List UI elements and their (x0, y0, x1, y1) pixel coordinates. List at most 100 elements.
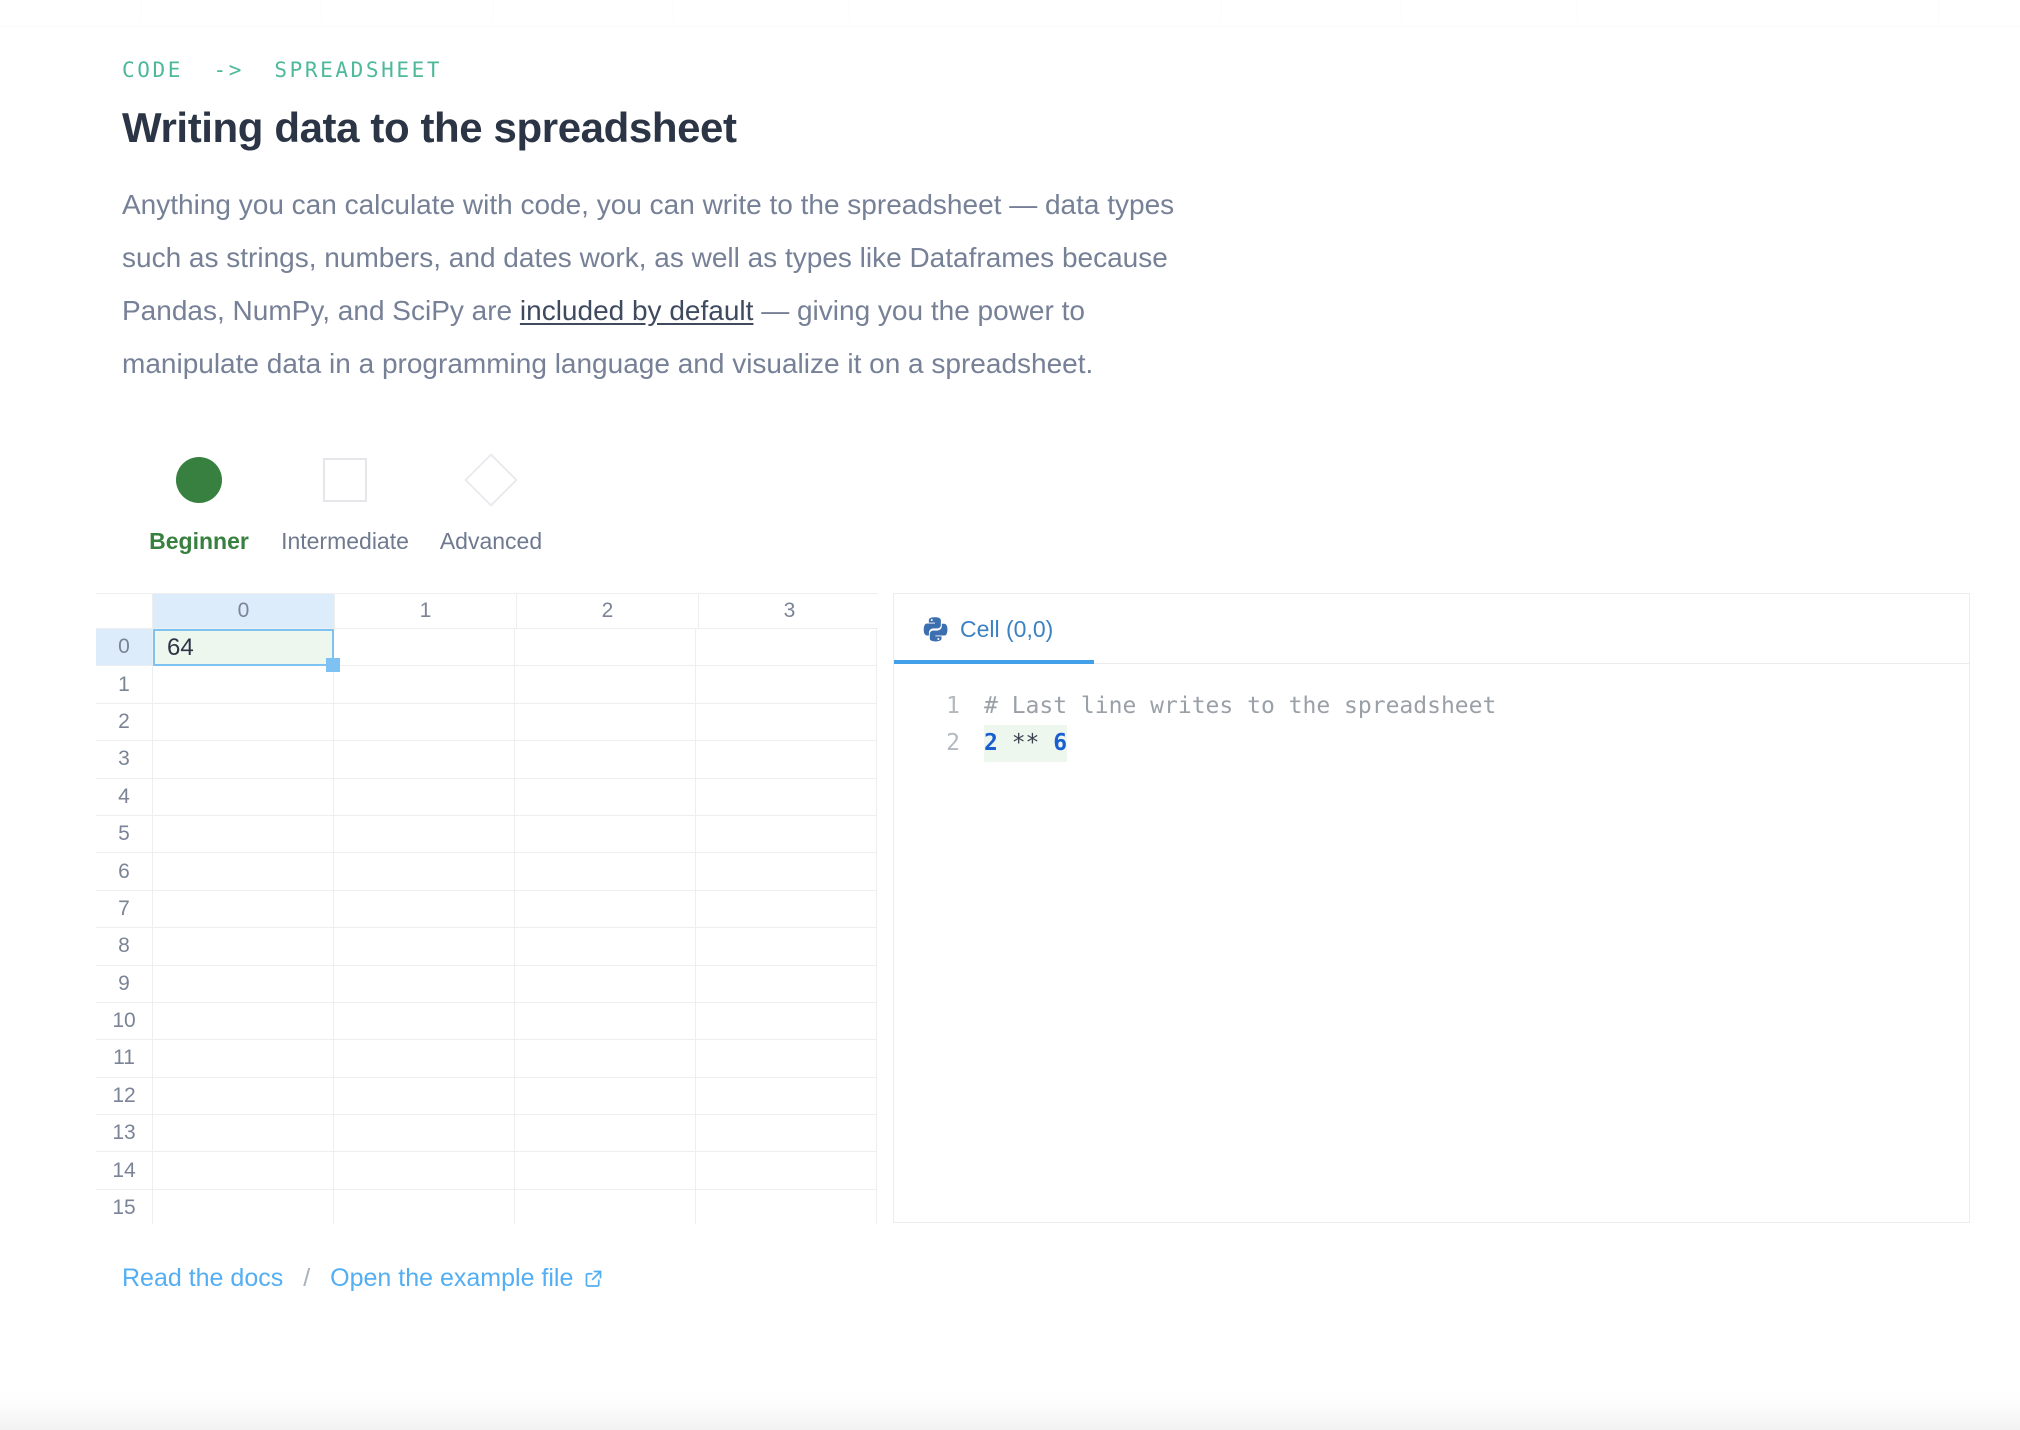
row-header-7[interactable]: 7 (96, 890, 153, 929)
grid-cell[interactable] (696, 703, 877, 742)
grid-cell[interactable] (515, 703, 696, 742)
grid-cell[interactable] (153, 703, 334, 742)
grid-cell[interactable] (334, 703, 515, 742)
grid-cell[interactable] (696, 778, 877, 816)
open-example-file-link[interactable]: Open the example file (330, 1264, 604, 1293)
grid-cell[interactable] (334, 965, 515, 1003)
grid-cell[interactable] (696, 1152, 877, 1190)
level-option-advanced[interactable]: Advanced (418, 452, 564, 555)
grid-cell[interactable] (696, 1115, 877, 1153)
grid-cell[interactable] (334, 1040, 515, 1078)
grid-cell[interactable] (153, 815, 334, 854)
column-header-2[interactable]: 2 (517, 594, 699, 629)
grid-cell[interactable] (153, 890, 334, 929)
footer-links: Read the docs / Open the example file (122, 1264, 2020, 1293)
row-header-4[interactable]: 4 (96, 778, 153, 816)
grid-cell[interactable] (153, 928, 334, 966)
level-option-intermediate[interactable]: Intermediate (272, 452, 418, 555)
grid-cell[interactable] (153, 778, 334, 816)
row-header-5[interactable]: 5 (96, 815, 153, 854)
grid-cell[interactable] (153, 1189, 334, 1224)
grid-cell[interactable] (153, 1002, 334, 1041)
grid-cell[interactable] (696, 1077, 877, 1116)
grid-cell[interactable] (153, 853, 334, 891)
grid-cell[interactable] (515, 928, 696, 966)
grid-cell[interactable] (153, 1077, 334, 1116)
grid-cell[interactable] (515, 1152, 696, 1190)
row-header-12[interactable]: 12 (96, 1077, 153, 1116)
grid-cell[interactable] (334, 890, 515, 929)
grid-cell[interactable] (515, 629, 696, 667)
page-title: Writing data to the spreadsheet (122, 104, 737, 151)
grid-cell[interactable] (696, 853, 877, 891)
row-header-2[interactable]: 2 (96, 703, 153, 742)
grid-cell[interactable] (334, 666, 515, 704)
code-token-operator: ** (997, 730, 1054, 756)
column-header-3[interactable]: 3 (699, 594, 878, 629)
grid-cell[interactable] (515, 1077, 696, 1116)
grid-cell[interactable] (334, 928, 515, 966)
code-editor[interactable]: 1 # Last line writes to the spreadsheet … (894, 664, 1969, 762)
row-header-3[interactable]: 3 (96, 741, 153, 779)
grid-cell[interactable] (153, 666, 334, 704)
row-header-11[interactable]: 11 (96, 1040, 153, 1078)
grid-cell[interactable] (334, 1077, 515, 1116)
row-header-6[interactable]: 6 (96, 853, 153, 891)
grid-cell[interactable] (696, 741, 877, 779)
grid-cell[interactable] (515, 1115, 696, 1153)
grid-cell[interactable] (696, 890, 877, 929)
grid-cell[interactable] (515, 1002, 696, 1041)
level-label-intermediate: Intermediate (281, 528, 409, 554)
grid-cell[interactable] (153, 1115, 334, 1153)
row-header-1[interactable]: 1 (96, 666, 153, 704)
grid-cell[interactable] (515, 890, 696, 929)
row-header-15[interactable]: 15 (96, 1189, 153, 1224)
row-header-10[interactable]: 10 (96, 1002, 153, 1041)
tab-cell-0-0[interactable]: Cell (0,0) (922, 616, 1053, 643)
row-header-13[interactable]: 13 (96, 1115, 153, 1153)
grid-cell[interactable] (696, 666, 877, 704)
row-header-14[interactable]: 14 (96, 1152, 153, 1190)
grid-corner-cell[interactable] (96, 594, 153, 629)
level-option-beginner[interactable]: Beginner (126, 452, 272, 555)
grid-cell[interactable] (515, 1040, 696, 1078)
grid-cell[interactable] (696, 629, 877, 667)
grid-cell[interactable] (334, 1115, 515, 1153)
grid-cell[interactable] (153, 1040, 334, 1078)
grid-cell[interactable] (515, 853, 696, 891)
grid-cell[interactable] (334, 1189, 515, 1224)
grid-cell[interactable] (153, 1152, 334, 1190)
grid-cell[interactable] (696, 965, 877, 1003)
grid-header-row: 0123 (96, 594, 878, 629)
grid-cell[interactable] (696, 928, 877, 966)
row-header-9[interactable]: 9 (96, 965, 153, 1003)
grid-cell[interactable] (334, 815, 515, 854)
grid-cell[interactable] (515, 815, 696, 854)
spreadsheet-grid[interactable]: 0 1 2 3 0 64 1 2 3 4 5 6 7 8 9 10 11 12 13 14 15 (96, 593, 878, 1224)
grid-cell[interactable] (515, 965, 696, 1003)
read-the-docs-link[interactable]: Read the docs (122, 1264, 283, 1293)
row-header-8[interactable]: 8 (96, 928, 153, 966)
grid-cell[interactable] (515, 1189, 696, 1224)
selected-cell[interactable]: 64 (153, 629, 340, 673)
column-header-1[interactable]: 1 (335, 594, 517, 629)
included-by-default-link[interactable]: included by default (520, 295, 754, 326)
grid-cell[interactable] (515, 741, 696, 779)
grid-cell[interactable] (334, 853, 515, 891)
grid-cell[interactable] (696, 1002, 877, 1041)
grid-cell[interactable] (515, 778, 696, 816)
grid-cell[interactable] (153, 965, 334, 1003)
grid-cell[interactable] (696, 1040, 877, 1078)
fill-handle[interactable] (326, 658, 340, 673)
grid-cell[interactable] (153, 741, 334, 779)
grid-cell[interactable] (334, 1002, 515, 1041)
grid-cell[interactable] (515, 666, 696, 704)
column-header-0[interactable]: 0 (153, 594, 335, 629)
grid-cell[interactable] (334, 1152, 515, 1190)
grid-cell[interactable] (334, 741, 515, 779)
grid-cell[interactable] (696, 1189, 877, 1224)
grid-cell[interactable] (334, 629, 515, 667)
grid-cell[interactable] (696, 815, 877, 854)
row-header-0[interactable]: 0 (96, 629, 153, 667)
grid-cell[interactable] (334, 778, 515, 816)
